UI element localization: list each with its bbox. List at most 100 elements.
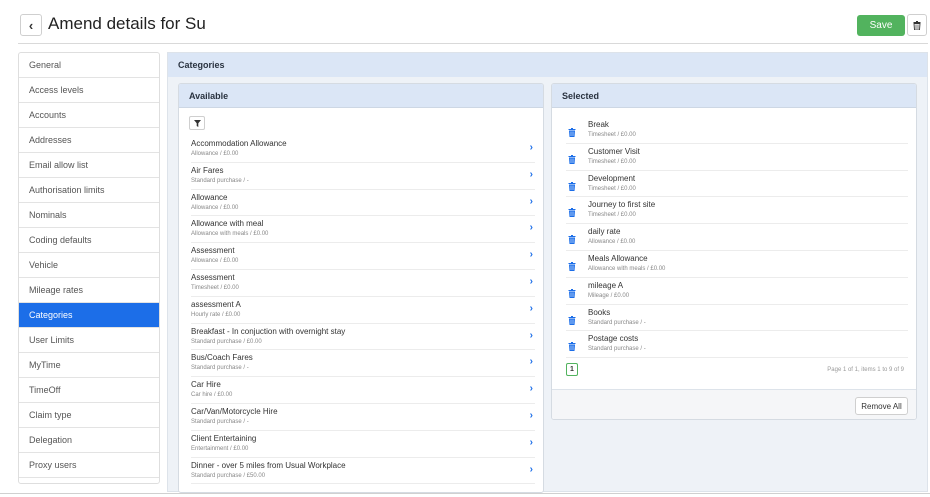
sidebar-item-mytime[interactable]: MyTime — [19, 353, 159, 378]
chevron-right-icon[interactable]: › — [530, 276, 533, 287]
sidebar-item-vehicle[interactable]: Vehicle — [19, 253, 159, 278]
chevron-right-icon[interactable]: › — [530, 383, 533, 394]
page-title: Amend details for Su — [48, 14, 206, 33]
trash-icon — [913, 20, 921, 30]
sidebar-item-general[interactable]: General — [19, 53, 159, 78]
item-subtitle: Timesheet / £0.00 — [588, 185, 636, 192]
chevron-right-icon[interactable]: › — [530, 196, 533, 207]
chevron-right-icon[interactable]: › — [530, 249, 533, 260]
trash-icon[interactable] — [568, 338, 576, 352]
available-panel: Available Accommodation Allowance Allowan… — [178, 83, 544, 493]
item-name: daily rate — [588, 227, 621, 237]
sidebar-item-timeoff[interactable]: TimeOff — [19, 378, 159, 403]
sidebar-item-delegation[interactable]: Delegation — [19, 428, 159, 453]
page-header: ‹ Amend details for Su Save — [18, 10, 928, 44]
available-list: Accommodation Allowance Allowance / £0.00… — [191, 136, 535, 485]
available-item[interactable]: Car/Van/Motorcycle Hire Standard purchase… — [191, 404, 535, 431]
available-item[interactable]: Assessment Timesheet / £0.00 › — [191, 270, 535, 297]
item-subtitle: Standard purchase / £0.00 — [191, 338, 262, 345]
filter-button[interactable] — [189, 116, 205, 130]
sidebar-item-nominals[interactable]: Nominals — [19, 203, 159, 228]
available-item[interactable]: Allowance with meal Allowance with meals … — [191, 216, 535, 244]
chevron-right-icon[interactable]: › — [530, 142, 533, 153]
item-subtitle: Allowance with meals / £0.00 — [588, 265, 666, 272]
available-item[interactable]: Allowance Allowance / £0.00 › — [191, 190, 535, 217]
save-button[interactable]: Save — [857, 15, 905, 36]
page-button-current[interactable]: 1 — [566, 363, 578, 376]
item-subtitle: Standard purchase / - — [588, 346, 646, 353]
item-name: Assessment — [191, 272, 235, 282]
selected-item: Customer Visit Timesheet / £0.00 — [566, 144, 908, 171]
section-title: Categories — [168, 53, 927, 77]
item-subtitle: Allowance / £0.00 — [191, 258, 239, 265]
divider — [0, 493, 930, 494]
item-name: Postage costs — [588, 334, 639, 344]
sidebar-item-accounts[interactable]: Accounts — [19, 103, 159, 128]
sidebar-item-coding-defaults[interactable]: Coding defaults — [19, 228, 159, 253]
sidebar-item-addresses[interactable]: Addresses — [19, 128, 159, 153]
item-name: Customer Visit — [588, 146, 640, 156]
item-subtitle: Allowance with meals / £0.00 — [191, 231, 269, 238]
sidebar-nav: General Access levels Accounts Addresses Ema… — [18, 52, 160, 484]
back-button[interactable]: ‹ — [20, 14, 42, 36]
trash-icon[interactable] — [568, 151, 576, 164]
item-name: Development — [588, 173, 636, 183]
sidebar-item-categories[interactable]: Categories — [19, 303, 159, 328]
remove-all-button[interactable]: Remove All — [855, 397, 908, 415]
trash-icon[interactable] — [568, 204, 576, 218]
selected-item: Meals Allowance Allowance with meals / £0… — [566, 251, 908, 278]
filter-icon — [193, 119, 201, 127]
item-name: Car/Van/Motorcycle Hire — [191, 406, 278, 416]
sidebar-item-user-limits[interactable]: User Limits — [19, 328, 159, 353]
sidebar-item-claim-type[interactable]: Claim type — [19, 403, 159, 428]
available-item[interactable]: Car Hire Car hire / £0.00 › — [191, 377, 535, 404]
categories-section: Categories Available Accommodation Allow… — [167, 52, 928, 493]
chevron-right-icon[interactable]: › — [530, 222, 533, 233]
sidebar-item-access-levels[interactable]: Access levels — [19, 78, 159, 103]
trash-icon[interactable] — [568, 231, 576, 245]
trash-icon[interactable] — [568, 124, 576, 137]
item-name: Car Hire — [191, 380, 221, 390]
item-name: Books — [588, 307, 611, 317]
available-item[interactable]: Dinner - over 5 miles from Usual Workpla… — [191, 458, 535, 485]
item-subtitle: Car hire / £0.00 — [191, 392, 233, 399]
chevron-right-icon[interactable]: › — [530, 410, 533, 421]
chevron-right-icon[interactable]: › — [530, 303, 533, 314]
selected-item: Books Standard purchase / - — [566, 305, 908, 332]
sidebar-item-mileage-rates[interactable]: Mileage rates — [19, 278, 159, 303]
sidebar-item-authorisation-limits[interactable]: Authorisation limits — [19, 178, 159, 203]
available-item[interactable]: Air Fares Standard purchase / - › — [191, 163, 535, 190]
trash-icon[interactable] — [568, 258, 576, 271]
chevron-right-icon[interactable]: › — [530, 169, 533, 180]
item-name: Allowance with meal — [191, 219, 264, 229]
item-subtitle: Standard purchase / - — [191, 418, 249, 425]
item-subtitle: Standard purchase / - — [191, 365, 249, 372]
item-subtitle: Timesheet / £0.00 — [191, 284, 239, 291]
available-item[interactable]: Accommodation Allowance Allowance / £0.00… — [191, 136, 535, 163]
trash-icon[interactable] — [568, 178, 576, 191]
item-subtitle: Allowance / £0.00 — [191, 204, 239, 211]
sidebar-item-proxy-users[interactable]: Proxy users — [19, 453, 159, 478]
available-item[interactable]: Breakfast - In conjuction with overnight… — [191, 324, 535, 351]
selected-list: Break Timesheet / £0.00 Customer Visit Time… — [566, 117, 908, 359]
trash-icon[interactable] — [568, 285, 576, 298]
sidebar-item-email-allow-list[interactable]: Email allow list — [19, 153, 159, 178]
delete-button[interactable] — [907, 14, 927, 36]
item-name: Meals Allowance — [588, 253, 648, 263]
available-item[interactable]: assessment A Hourly rate / £0.00 › — [191, 297, 535, 324]
available-item[interactable]: Bus/Coach Fares Standard purchase / - › — [191, 350, 535, 378]
available-item[interactable]: Client Entertaining Entertainment / £0.00… — [191, 431, 535, 458]
chevron-right-icon[interactable]: › — [530, 330, 533, 341]
item-name: Breakfast - In conjuction with overnight… — [191, 326, 346, 336]
item-name: Break — [588, 120, 609, 129]
chevron-right-icon[interactable]: › — [530, 356, 533, 367]
chevron-right-icon[interactable]: › — [530, 437, 533, 448]
chevron-right-icon[interactable]: › — [530, 464, 533, 475]
item-subtitle: Timesheet / £0.00 — [588, 158, 636, 165]
item-subtitle: Standard purchase / - — [191, 177, 249, 184]
item-subtitle: Timesheet / £0.00 — [588, 212, 636, 219]
available-item[interactable]: Assessment Allowance / £0.00 › — [191, 243, 535, 270]
item-name: Accommodation Allowance — [191, 139, 287, 148]
item-name: Journey to first site — [588, 200, 656, 210]
trash-icon[interactable] — [568, 312, 576, 325]
